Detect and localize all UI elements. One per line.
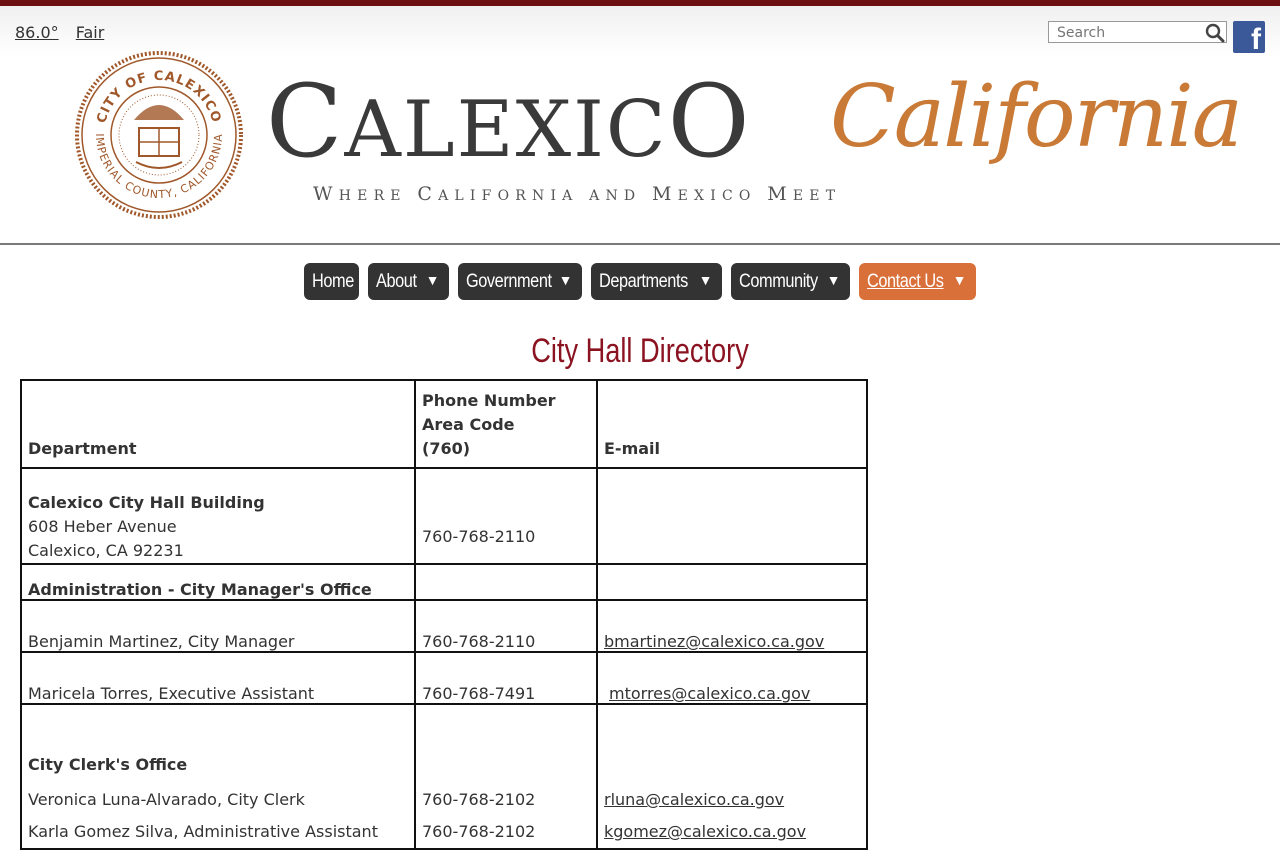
building-address: Calexico City Hall Building 608 Heber Av… (20, 467, 416, 565)
person-email-cell: bmartinez@calexico.ca.gov (596, 599, 868, 653)
person-phone: 760-768-7491 (414, 651, 598, 705)
nav-home[interactable]: Home (304, 263, 359, 300)
email-link[interactable]: mtorres@calexico.ca.gov (609, 684, 810, 703)
chevron-down-icon: ▼ (558, 272, 573, 288)
table-row: Calexico City Hall Building 608 Heber Av… (20, 467, 868, 565)
search-input[interactable] (1049, 23, 1207, 43)
chevron-down-icon: ▼ (698, 272, 713, 288)
logo-letter-first: C (266, 63, 345, 180)
directory-table: Department Phone Number Area Code (760) … (20, 379, 868, 850)
person-name: Maricela Torres, Executive Assistant (20, 651, 416, 705)
table-row: City Clerk's Office Veronica Luna-Alvara… (20, 703, 868, 850)
clerk-phones: 760-768-2102 760-768-2102 (414, 703, 598, 850)
header-email: E-mail (596, 379, 868, 469)
facebook-glyph: f (1251, 23, 1261, 56)
logo-letters-middle: ALEXIC (344, 85, 668, 175)
logo-calexico-wordmark[interactable]: CALEXICO (266, 72, 752, 172)
clerk-office-cell: City Clerk's Office Veronica Luna-Alvara… (20, 703, 416, 850)
city-seal-logo[interactable]: CITY OF CALEXICO IMPERIAL COUNTY, CALIFO… (74, 50, 244, 220)
email-link[interactable]: kgomez@calexico.ca.gov (604, 822, 806, 841)
logo-letter-last: O (667, 63, 752, 180)
chevron-down-icon: ▼ (425, 272, 440, 288)
nav-contact-us[interactable]: Contact Us ▼ (859, 263, 976, 300)
nav-departments[interactable]: Departments ▼ (591, 263, 722, 300)
section-administration: Administration - City Manager's Office (20, 563, 416, 601)
header-phone: Phone Number Area Code (760) (414, 379, 598, 469)
clerk-emails: rluna@calexico.ca.gov kgomez@calexico.ca… (596, 703, 868, 850)
table-header-row: Department Phone Number Area Code (760) … (20, 379, 868, 469)
person-email-cell: mtorres@calexico.ca.gov (596, 651, 868, 705)
building-phone: 760-768-2110 (414, 467, 598, 565)
person-phone: 760-768-2110 (414, 599, 598, 653)
logo-california-script[interactable]: California (830, 74, 1243, 160)
logo-tagline: WHERE CALIFORNIA AND MEXICO MEET (313, 183, 842, 205)
nav-about[interactable]: About ▼ (368, 263, 449, 300)
weather-widget: 86.0° Fair (15, 23, 116, 42)
page-title: City Hall Directory (531, 332, 749, 370)
building-email (596, 467, 868, 565)
table-row: Administration - City Manager's Office (20, 563, 868, 601)
person-name: Benjamin Martinez, City Manager (20, 599, 416, 653)
chevron-down-icon: ▼ (826, 272, 841, 288)
header-department: Department (20, 379, 416, 469)
header-divider (0, 243, 1280, 245)
nav-government[interactable]: Government ▼ (458, 263, 582, 300)
table-row: Maricela Torres, Executive Assistant 760… (20, 651, 868, 705)
weather-temperature-link[interactable]: 86.0° (15, 23, 59, 42)
email-link[interactable]: bmartinez@calexico.ca.gov (604, 632, 824, 651)
main-nav: Home About ▼ Government ▼ Departments ▼ … (0, 263, 1280, 300)
search-icon[interactable] (1205, 23, 1225, 43)
weather-condition-link[interactable]: Fair (76, 23, 105, 42)
table-row: Benjamin Martinez, City Manager 760-768-… (20, 599, 868, 653)
chevron-down-icon: ▼ (952, 272, 967, 288)
nav-community[interactable]: Community ▼ (731, 263, 850, 300)
search-box (1048, 21, 1227, 43)
facebook-icon[interactable]: f (1233, 21, 1265, 56)
